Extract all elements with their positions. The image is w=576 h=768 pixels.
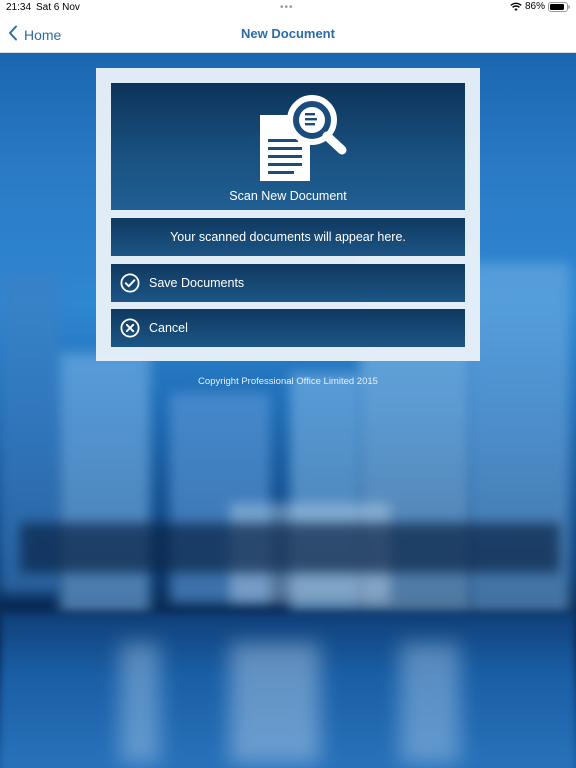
- document-panel: Scan New Document Your scanned documents…: [96, 68, 480, 361]
- scan-new-document-label: Scan New Document: [229, 189, 347, 203]
- multitasking-dots-icon[interactable]: •••: [280, 2, 294, 13]
- scanned-documents-info: Your scanned documents will appear here.: [111, 218, 465, 256]
- x-circle-icon: [120, 318, 140, 338]
- cancel-label: Cancel: [149, 321, 188, 335]
- status-right: 86%: [510, 1, 570, 12]
- cancel-button[interactable]: Cancel: [111, 309, 465, 347]
- status-date: Sat 6 Nov: [36, 2, 80, 13]
- document-search-icon: [256, 89, 348, 188]
- wifi-icon: [510, 2, 522, 12]
- page-title: New Document: [241, 26, 335, 41]
- status-time: 21:34: [6, 2, 32, 13]
- check-circle-icon: [120, 273, 140, 293]
- battery-percent: 86%: [524, 1, 545, 12]
- scan-new-document-button[interactable]: Scan New Document: [111, 83, 465, 210]
- copyright-text: Copyright Professional Office Limited 20…: [198, 376, 378, 387]
- save-documents-button[interactable]: Save Documents: [111, 264, 465, 302]
- battery-icon: [548, 1, 570, 12]
- save-documents-label: Save Documents: [149, 276, 245, 290]
- status-bar: 21:34 Sat 6 Nov ••• 86%: [0, 0, 576, 16]
- nav-bar: Home New Document: [0, 16, 576, 53]
